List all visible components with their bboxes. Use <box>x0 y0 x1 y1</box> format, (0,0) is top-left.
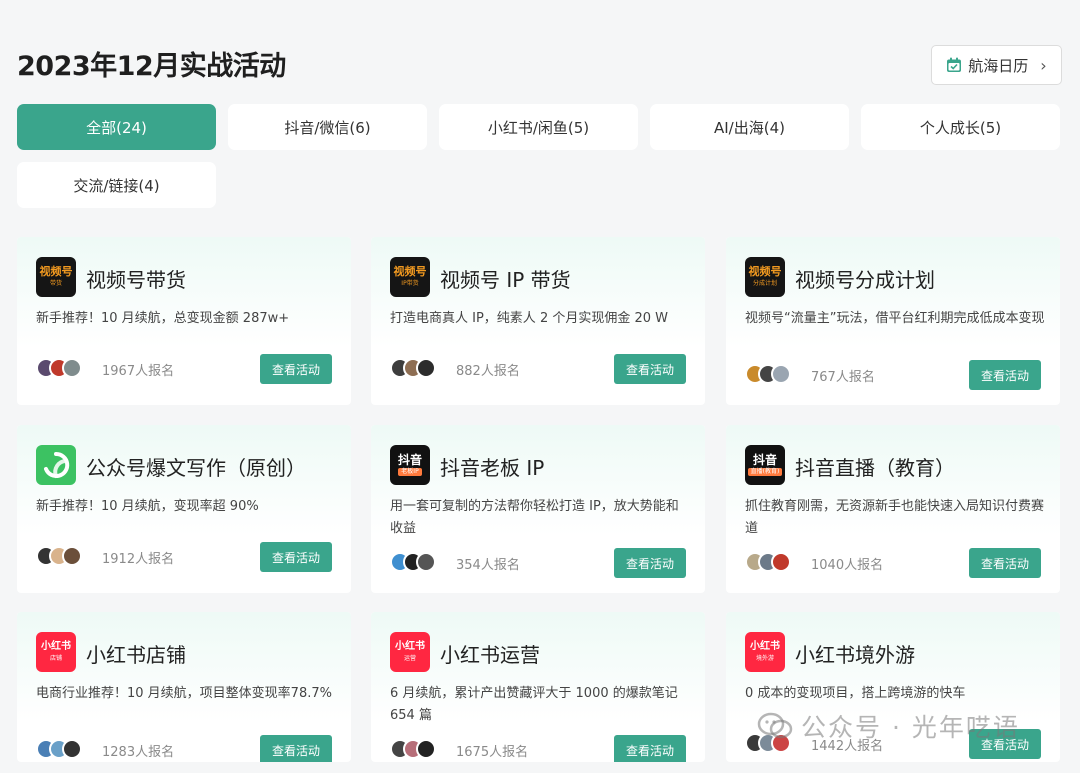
participant-avatars <box>390 358 436 378</box>
activity-logo-icon: 抖音 老板IP <box>390 445 430 485</box>
activity-card: 小红书 运营 小红书运营 6 月续航，累计产出赞藏评大于 1000 的爆款笔记 654… <box>371 612 705 762</box>
participant-avatars <box>390 739 436 759</box>
tab-xiaohongshu-xianyu[interactable]: 小红书/闲鱼(5) <box>439 104 638 150</box>
activity-title[interactable]: 视频号分成计划 <box>795 264 935 293</box>
activity-logo-icon <box>36 445 76 485</box>
avatar <box>771 552 791 572</box>
logo-text: 小红书 <box>750 641 780 652</box>
avatar <box>416 358 436 378</box>
activity-description: 6 月续航，累计产出赞藏评大于 1000 的爆款笔记 654 篇 <box>390 686 678 723</box>
activity-description: 打造电商真人 IP，纯素人 2 个月实现佣金 20 W <box>390 311 669 326</box>
chevron-right-icon: › <box>1040 55 1047 75</box>
activity-title[interactable]: 抖音直播（教育） <box>795 452 955 481</box>
activity-card: 小红书 店铺 小红书店铺 电商行业推荐！10 月续航，项目整体变现率78.7% 1283… <box>17 612 351 762</box>
watermark-text: 公众号 · 光年呓语 <box>801 713 1020 742</box>
activity-description: 抓住教育刚需，无资源新手也能快速入局知识付费赛道 <box>745 499 1045 536</box>
wechat-official-account-icon <box>757 712 793 739</box>
activity-description: 新手推荐！10 月续航，总变现金额 287w+ <box>36 311 290 326</box>
activities-page: 2023年12月实战活动 航海日历 › 全部(24) 抖音/微信(6) 小红书/… <box>0 0 1080 773</box>
view-activity-button[interactable]: 查看活动 <box>260 542 332 572</box>
signup-count: 354人报名 <box>456 558 520 573</box>
signup-count: 1040人报名 <box>811 558 884 573</box>
activity-logo-icon: 视频号 分成计划 <box>745 257 785 297</box>
tab-all[interactable]: 全部(24) <box>17 104 216 150</box>
logo-subtext: 带货 <box>49 280 62 287</box>
activity-title[interactable]: 视频号 IP 带货 <box>440 264 571 293</box>
logo-text: 视频号 <box>393 265 427 278</box>
activity-logo-icon: 视频号 带货 <box>36 257 76 297</box>
avatar <box>416 739 436 759</box>
watermark: 公众号 · 光年呓语 <box>757 708 1020 744</box>
logo-subtext: 运营 <box>403 655 416 662</box>
logo-text: 抖音 <box>752 453 777 467</box>
activity-title[interactable]: 小红书店铺 <box>86 639 186 668</box>
view-activity-button[interactable]: 查看活动 <box>969 548 1041 578</box>
tab-personal-growth[interactable]: 个人成长(5) <box>861 104 1060 150</box>
activity-card: 公众号爆文写作（原创） 新手推荐！10 月续航，变现率超 90% 1912人报名 查看… <box>17 425 351 593</box>
logo-text: 视频号 <box>39 265 73 278</box>
tab-ai-overseas[interactable]: AI/出海(4) <box>650 104 849 150</box>
signup-count: 1283人报名 <box>102 745 175 760</box>
activity-description: 新手推荐！10 月续航，变现率超 90% <box>36 499 259 514</box>
view-activity-button[interactable]: 查看活动 <box>614 354 686 384</box>
avatar <box>62 739 82 759</box>
activity-logo-icon: 小红书 运营 <box>390 632 430 672</box>
view-activity-button[interactable]: 查看活动 <box>614 548 686 578</box>
activity-description: 电商行业推荐！10 月续航，项目整体变现率78.7% <box>36 686 332 701</box>
activity-title[interactable]: 视频号带货 <box>86 264 186 293</box>
activity-title[interactable]: 公众号爆文写作（原创） <box>86 452 306 481</box>
signup-count: 767人报名 <box>811 370 875 385</box>
calendar-button-label: 航海日历 <box>968 56 1029 75</box>
logo-subtext: IP带货 <box>401 280 419 287</box>
avatar <box>62 546 82 566</box>
signup-count: 882人报名 <box>456 364 520 379</box>
activity-description: 用一套可复制的方法帮你轻松打造 IP，放大势能和收益 <box>390 499 679 536</box>
activity-card: 视频号 带货 视频号带货 新手推荐！10 月续航，总变现金额 287w+ 1967人报名… <box>17 237 351 405</box>
participant-avatars <box>36 739 82 759</box>
logo-subtext: 直播(教育) <box>747 468 783 476</box>
activity-title[interactable]: 抖音老板 IP <box>440 452 544 481</box>
activity-card: 视频号 分成计划 视频号分成计划 视频号“流量主”玩法，借平台红利期完成低成本变现 76… <box>726 237 1060 405</box>
participant-avatars <box>36 358 82 378</box>
activity-card: 抖音 老板IP 抖音老板 IP 用一套可复制的方法帮你轻松打造 IP，放大势能和收益 3… <box>371 425 705 593</box>
activity-title[interactable]: 小红书运营 <box>440 639 540 668</box>
view-activity-button[interactable]: 查看活动 <box>969 360 1041 390</box>
view-activity-button[interactable]: 查看活动 <box>260 354 332 384</box>
avatar <box>771 364 791 384</box>
activity-logo-icon: 小红书 店铺 <box>36 632 76 672</box>
logo-text: 视频号 <box>748 265 782 278</box>
logo-text: 抖音 <box>397 453 422 467</box>
participant-avatars <box>745 552 791 572</box>
activity-description: 0 成本的变现项目，搭上跨境游的快车 <box>745 686 966 701</box>
logo-subtext: 境外游 <box>755 655 774 662</box>
tab-douyin-wechat[interactable]: 抖音/微信(6) <box>228 104 427 150</box>
activity-logo-icon: 抖音 直播(教育) <box>745 445 785 485</box>
avatar <box>416 552 436 572</box>
view-activity-button[interactable]: 查看活动 <box>614 735 686 762</box>
activity-logo-icon: 视频号 IP带货 <box>390 257 430 297</box>
tab-networking[interactable]: 交流/链接(4) <box>17 162 216 208</box>
page-title: 2023年12月实战活动 <box>17 51 286 82</box>
activity-title[interactable]: 小红书境外游 <box>795 639 915 668</box>
logo-subtext: 老板IP <box>398 468 422 476</box>
participant-avatars <box>36 546 82 566</box>
logo-text: 小红书 <box>395 641 425 652</box>
logo-text: 小红书 <box>41 641 71 652</box>
activity-description: 视频号“流量主”玩法，借平台红利期完成低成本变现 <box>745 311 1045 326</box>
logo-subtext: 分成计划 <box>752 280 777 287</box>
calendar-button[interactable]: 航海日历 › <box>931 45 1062 85</box>
activity-logo-icon: 小红书 境外游 <box>745 632 785 672</box>
signup-count: 1675人报名 <box>456 745 529 760</box>
activity-card: 抖音 直播(教育) 抖音直播（教育） 抓住教育刚需，无资源新手也能快速入局知识付费赛道… <box>726 425 1060 593</box>
participant-avatars <box>745 364 791 384</box>
activity-card: 视频号 IP带货 视频号 IP 带货打造电商真人 IP，纯素人 2 个月实现佣金 2… <box>371 237 705 405</box>
signup-count: 1967人报名 <box>102 364 175 379</box>
calendar-check-icon <box>947 57 962 72</box>
logo-subtext: 店铺 <box>49 655 62 662</box>
signup-count: 1912人报名 <box>102 552 175 567</box>
avatar <box>62 358 82 378</box>
participant-avatars <box>390 552 436 572</box>
view-activity-button[interactable]: 查看活动 <box>260 735 332 762</box>
